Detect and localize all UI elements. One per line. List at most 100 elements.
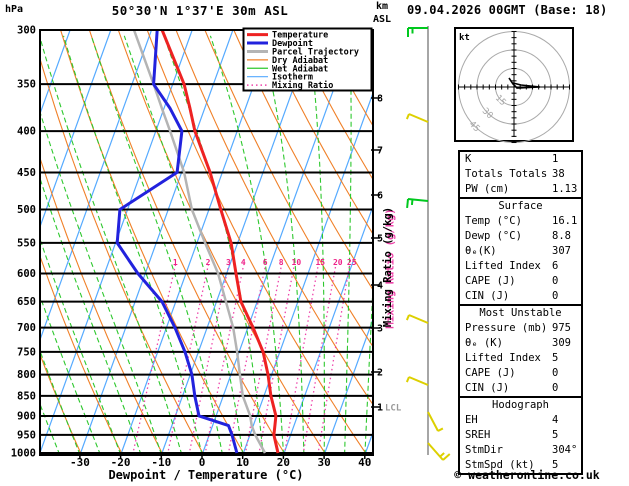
row-label: CAPE (J) [465,367,516,379]
km-tick-label: 8 [377,94,383,105]
mixing-ratio-value-label: 2 [206,258,211,267]
row-label: CIN (J) [465,382,510,394]
pressure-tick-label: 550 [17,237,36,249]
table-section-header: Surface [498,200,543,212]
hodograph: kt153045 [454,27,574,144]
row-value: 0 [552,290,559,302]
table-section: K 1 Totals Totals 38 PW (cm) 1.13 [458,150,583,199]
row-value: 38 [552,168,565,180]
pressure-tick-label: 750 [17,346,36,358]
pressure-tick-label: 300 [17,25,36,37]
table-row: CIN (J) 0 [460,289,581,304]
table-row: Lifted Index 6 [460,259,581,274]
pressure-tick-label: 700 [17,322,36,334]
row-value: 8.8 [552,230,571,242]
pressure-tick-label: 450 [17,167,36,179]
legend-label: Mixing Ratio [272,80,333,91]
mixing-ratio-value-label: 4 [241,258,246,267]
mixing-ratio-value-label: 6 [263,258,268,267]
table-section-header: Most Unstable [479,307,562,319]
dry-adiabat-line [580,30,629,455]
row-label: θₑ(K) [465,245,497,257]
table-row: StmDir 304° [460,443,581,458]
row-value: 309 [552,337,571,349]
pressure-tick-label: 650 [17,296,36,308]
wet-adiabat-line [40,35,183,455]
table-section-header: Hodograph [492,399,549,411]
row-value: 16.1 [552,215,578,227]
km-tick-label: 1 [377,403,383,414]
table-row: K1 [460,152,581,167]
mixing-ratio-value-label: 1 [173,258,178,267]
station-title: 50°30'N 1°37'E 30m ASL [111,3,289,18]
row-value: 304° [552,444,578,456]
wet-adiabat-line [90,35,224,455]
table-row: CAPE (J) 0 [460,366,581,381]
row-label: θₑ (K) [465,337,503,349]
mixing-ratio-value-label: 8 [279,258,284,267]
wind-barb [427,442,451,461]
pressure-tick-label: 950 [17,429,36,441]
row-label: Temp (°C) [465,215,522,227]
row-value: 0 [552,382,559,394]
table-row: SREH 5 [460,428,581,443]
row-value: 1.13 [552,183,578,195]
altitude-axis-unit-km: km [376,1,389,12]
wet-adiabat-line [209,35,285,455]
mixing-ratio-value-label: 20 [333,258,343,267]
km-tick-label: 6 [377,191,383,202]
row-label: Dewp (°C) [465,230,522,242]
wind-barb [405,376,429,386]
indices-table: K 1 Totals Totals 38 PW (cm) 1.13 Surface Temp … [458,150,583,475]
curve-dewpoint [115,30,239,454]
table-row: Pressure (mb) 975 [460,321,581,336]
pressure-tick-label: 350 [17,79,36,91]
table-section: Surface Temp (°C) 16.1 Dewp (°C) 8.8 θₑ(K) 307… [458,197,583,306]
lcl-label: LCL [385,404,402,414]
pressure-tick-label: 400 [17,126,36,138]
row-label: StmDir [465,444,503,456]
table-row: Totals Totals 38 [460,167,581,182]
table-row: EH 4 [460,413,581,428]
row-label: EH [465,414,478,426]
wind-barb [407,27,428,37]
table-row: Temp (°C) 16.1 [460,214,581,229]
wind-barb [427,411,444,432]
skewt-sounding-page: 1 2 3 4 6 8 10 15 20 25 300 350 400 450 500 550 600 650 70… [0,0,629,486]
wet-adiabat-line [40,294,101,455]
pressure-tick-label: 500 [17,204,36,216]
row-label: SREH [465,429,491,441]
mixing-ratio-value-label: 15 [315,258,325,267]
pressure-tick-label: 850 [17,390,36,402]
wind-barb [406,198,429,209]
pressure-axis-unit: hPa [5,4,24,15]
km-tick-label: 7 [377,146,383,157]
wind-barb [405,314,429,324]
row-value: 5 [552,429,559,441]
temperature-axis-label: Dewpoint / Temperature (°C) [108,468,304,482]
row-label: Lifted Index [465,352,541,364]
mixing-ratio-axis-label: Mixing Ratio (g/kg) [382,207,394,327]
row-label: CAPE (J) [465,275,516,287]
row-label: Totals Totals [465,168,548,180]
table-row: CIN (J) 0 [460,381,581,396]
row-value: 0 [552,367,559,379]
legend: TemperatureDewpointParcel TrajectoryDry … [242,27,373,92]
km-tick-label: 2 [377,368,383,379]
row-value: 975 [552,322,571,334]
hodograph-unit-label: kt [459,33,470,43]
temp-tick-label: 40 [358,456,371,469]
altitude-axis-unit-asl: ASL [373,14,392,25]
curve-parcel-trajectory [132,30,267,454]
row-label: CIN (J) [465,290,510,302]
table-row: PW (cm) 1.13 [460,182,581,197]
mixing-ratio-value-label: 25 [347,258,357,267]
row-label: Pressure (mb) [465,322,548,334]
curve-temperature [160,30,280,454]
row-value: 5 [552,352,559,364]
pressure-tick-label: 1000 [11,447,36,459]
pressure-tick-label: 900 [17,410,36,422]
row-value: 6 [552,260,559,272]
wind-barb [405,113,429,123]
credit-footer: © weatheronline.co.uk [454,468,600,482]
